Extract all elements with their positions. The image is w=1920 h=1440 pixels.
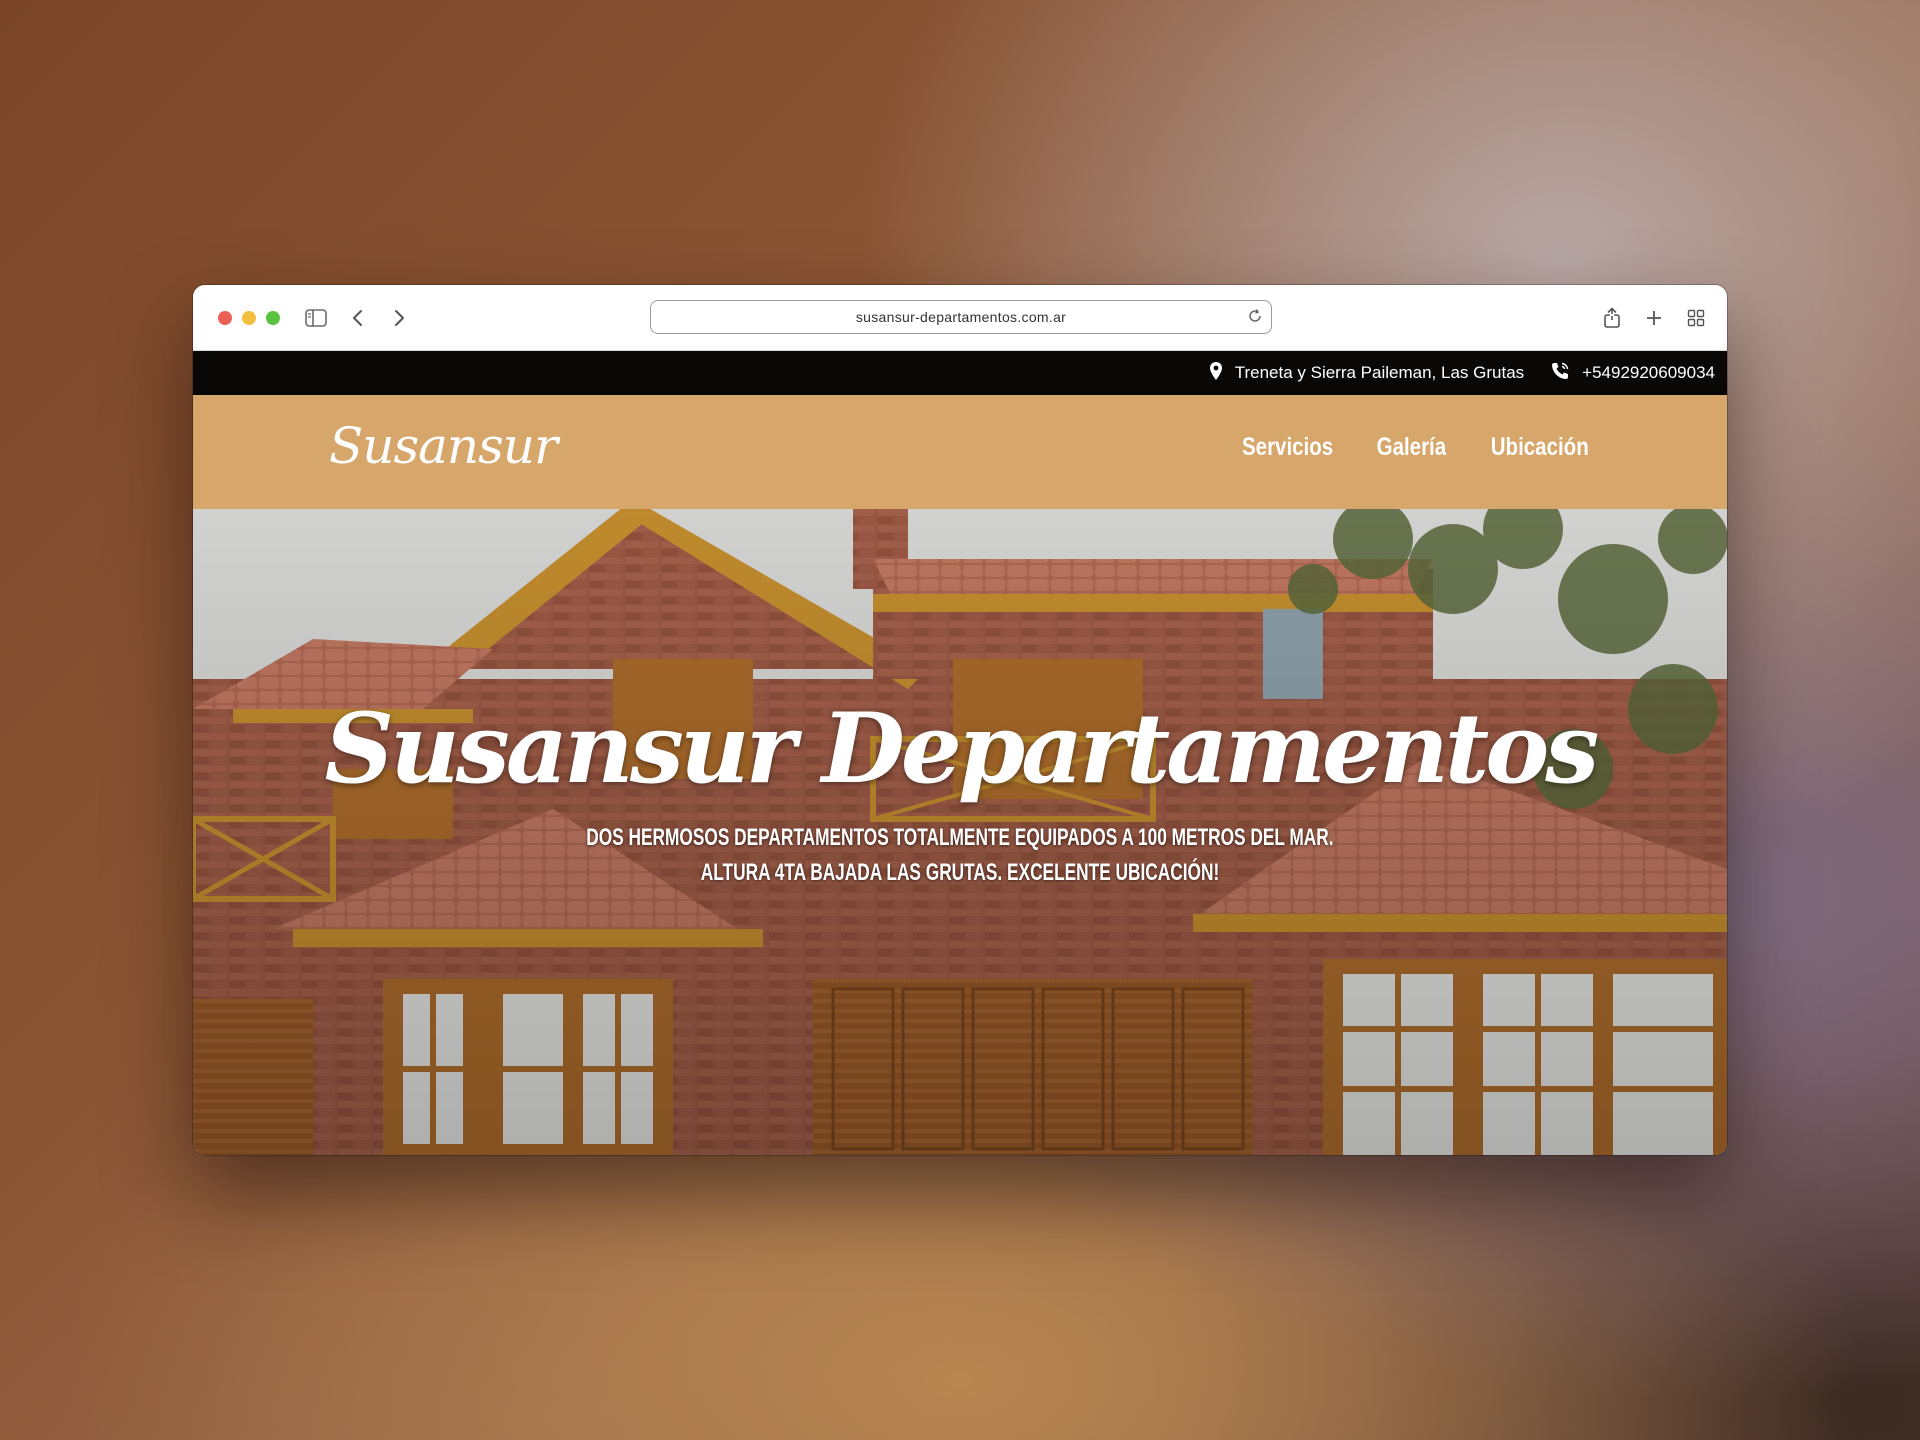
- zoom-window-button[interactable]: [266, 311, 280, 325]
- nav-link-galeria[interactable]: Galería: [1376, 433, 1446, 462]
- sidebar-icon[interactable]: [303, 305, 329, 331]
- site-logo[interactable]: Susansur: [329, 417, 558, 475]
- browser-toolbar: susansur-departamentos.com.ar: [193, 285, 1727, 351]
- main-nav: Servicios Galería Ubicación: [1232, 433, 1599, 462]
- url-text: susansur-departamentos.com.ar: [855, 309, 1067, 325]
- hero-subtitle-line-2-text: Altura 4ta bajada Las Grutas. Excelente …: [700, 859, 1220, 886]
- address-text: Treneta y Sierra Paileman, Las Grutas: [1234, 363, 1525, 382]
- address-bar[interactable]: susansur-departamentos.com.ar: [650, 300, 1272, 334]
- browser-window: susansur-departamentos.com.ar Treneta y …: [193, 285, 1727, 1155]
- minimize-window-button[interactable]: [242, 311, 256, 325]
- site-navbar: Susansur Servicios Galería Ubicación: [193, 395, 1727, 509]
- nav-link-servicios[interactable]: Servicios: [1242, 433, 1333, 462]
- hero-subtitle-line-1: Dos hermosos departamentos totalmente eq…: [193, 824, 1727, 852]
- new-tab-icon[interactable]: [1641, 305, 1667, 331]
- tab-overview-icon[interactable]: [1683, 305, 1709, 331]
- hero-section: Susansur Departamentos Dos hermosos depa…: [193, 509, 1727, 1155]
- window-controls: [218, 311, 280, 325]
- forward-icon[interactable]: [386, 305, 412, 331]
- back-icon[interactable]: [345, 305, 371, 331]
- hero-subtitle-line-1-text: Dos hermosos departamentos totalmente eq…: [586, 824, 1334, 851]
- share-icon[interactable]: [1599, 305, 1625, 331]
- location-pin-icon: [1209, 361, 1223, 386]
- close-window-button[interactable]: [218, 311, 232, 325]
- hero-title: Susansur Departamentos: [324, 692, 1600, 805]
- reload-icon[interactable]: [1247, 308, 1263, 327]
- website: Treneta y Sierra Paileman, Las Grutas +5…: [193, 351, 1727, 1155]
- phone-info[interactable]: +5492920609034: [1550, 361, 1715, 386]
- address-info: Treneta y Sierra Paileman, Las Grutas: [1209, 361, 1524, 386]
- nav-link-ubicacion[interactable]: Ubicación: [1490, 433, 1588, 462]
- phone-icon: [1550, 361, 1570, 386]
- hero-subtitle-line-2: Altura 4ta bajada Las Grutas. Excelente …: [193, 859, 1727, 887]
- phone-text: +5492920609034: [1582, 363, 1715, 382]
- contact-bar: Treneta y Sierra Paileman, Las Grutas +5…: [193, 351, 1727, 395]
